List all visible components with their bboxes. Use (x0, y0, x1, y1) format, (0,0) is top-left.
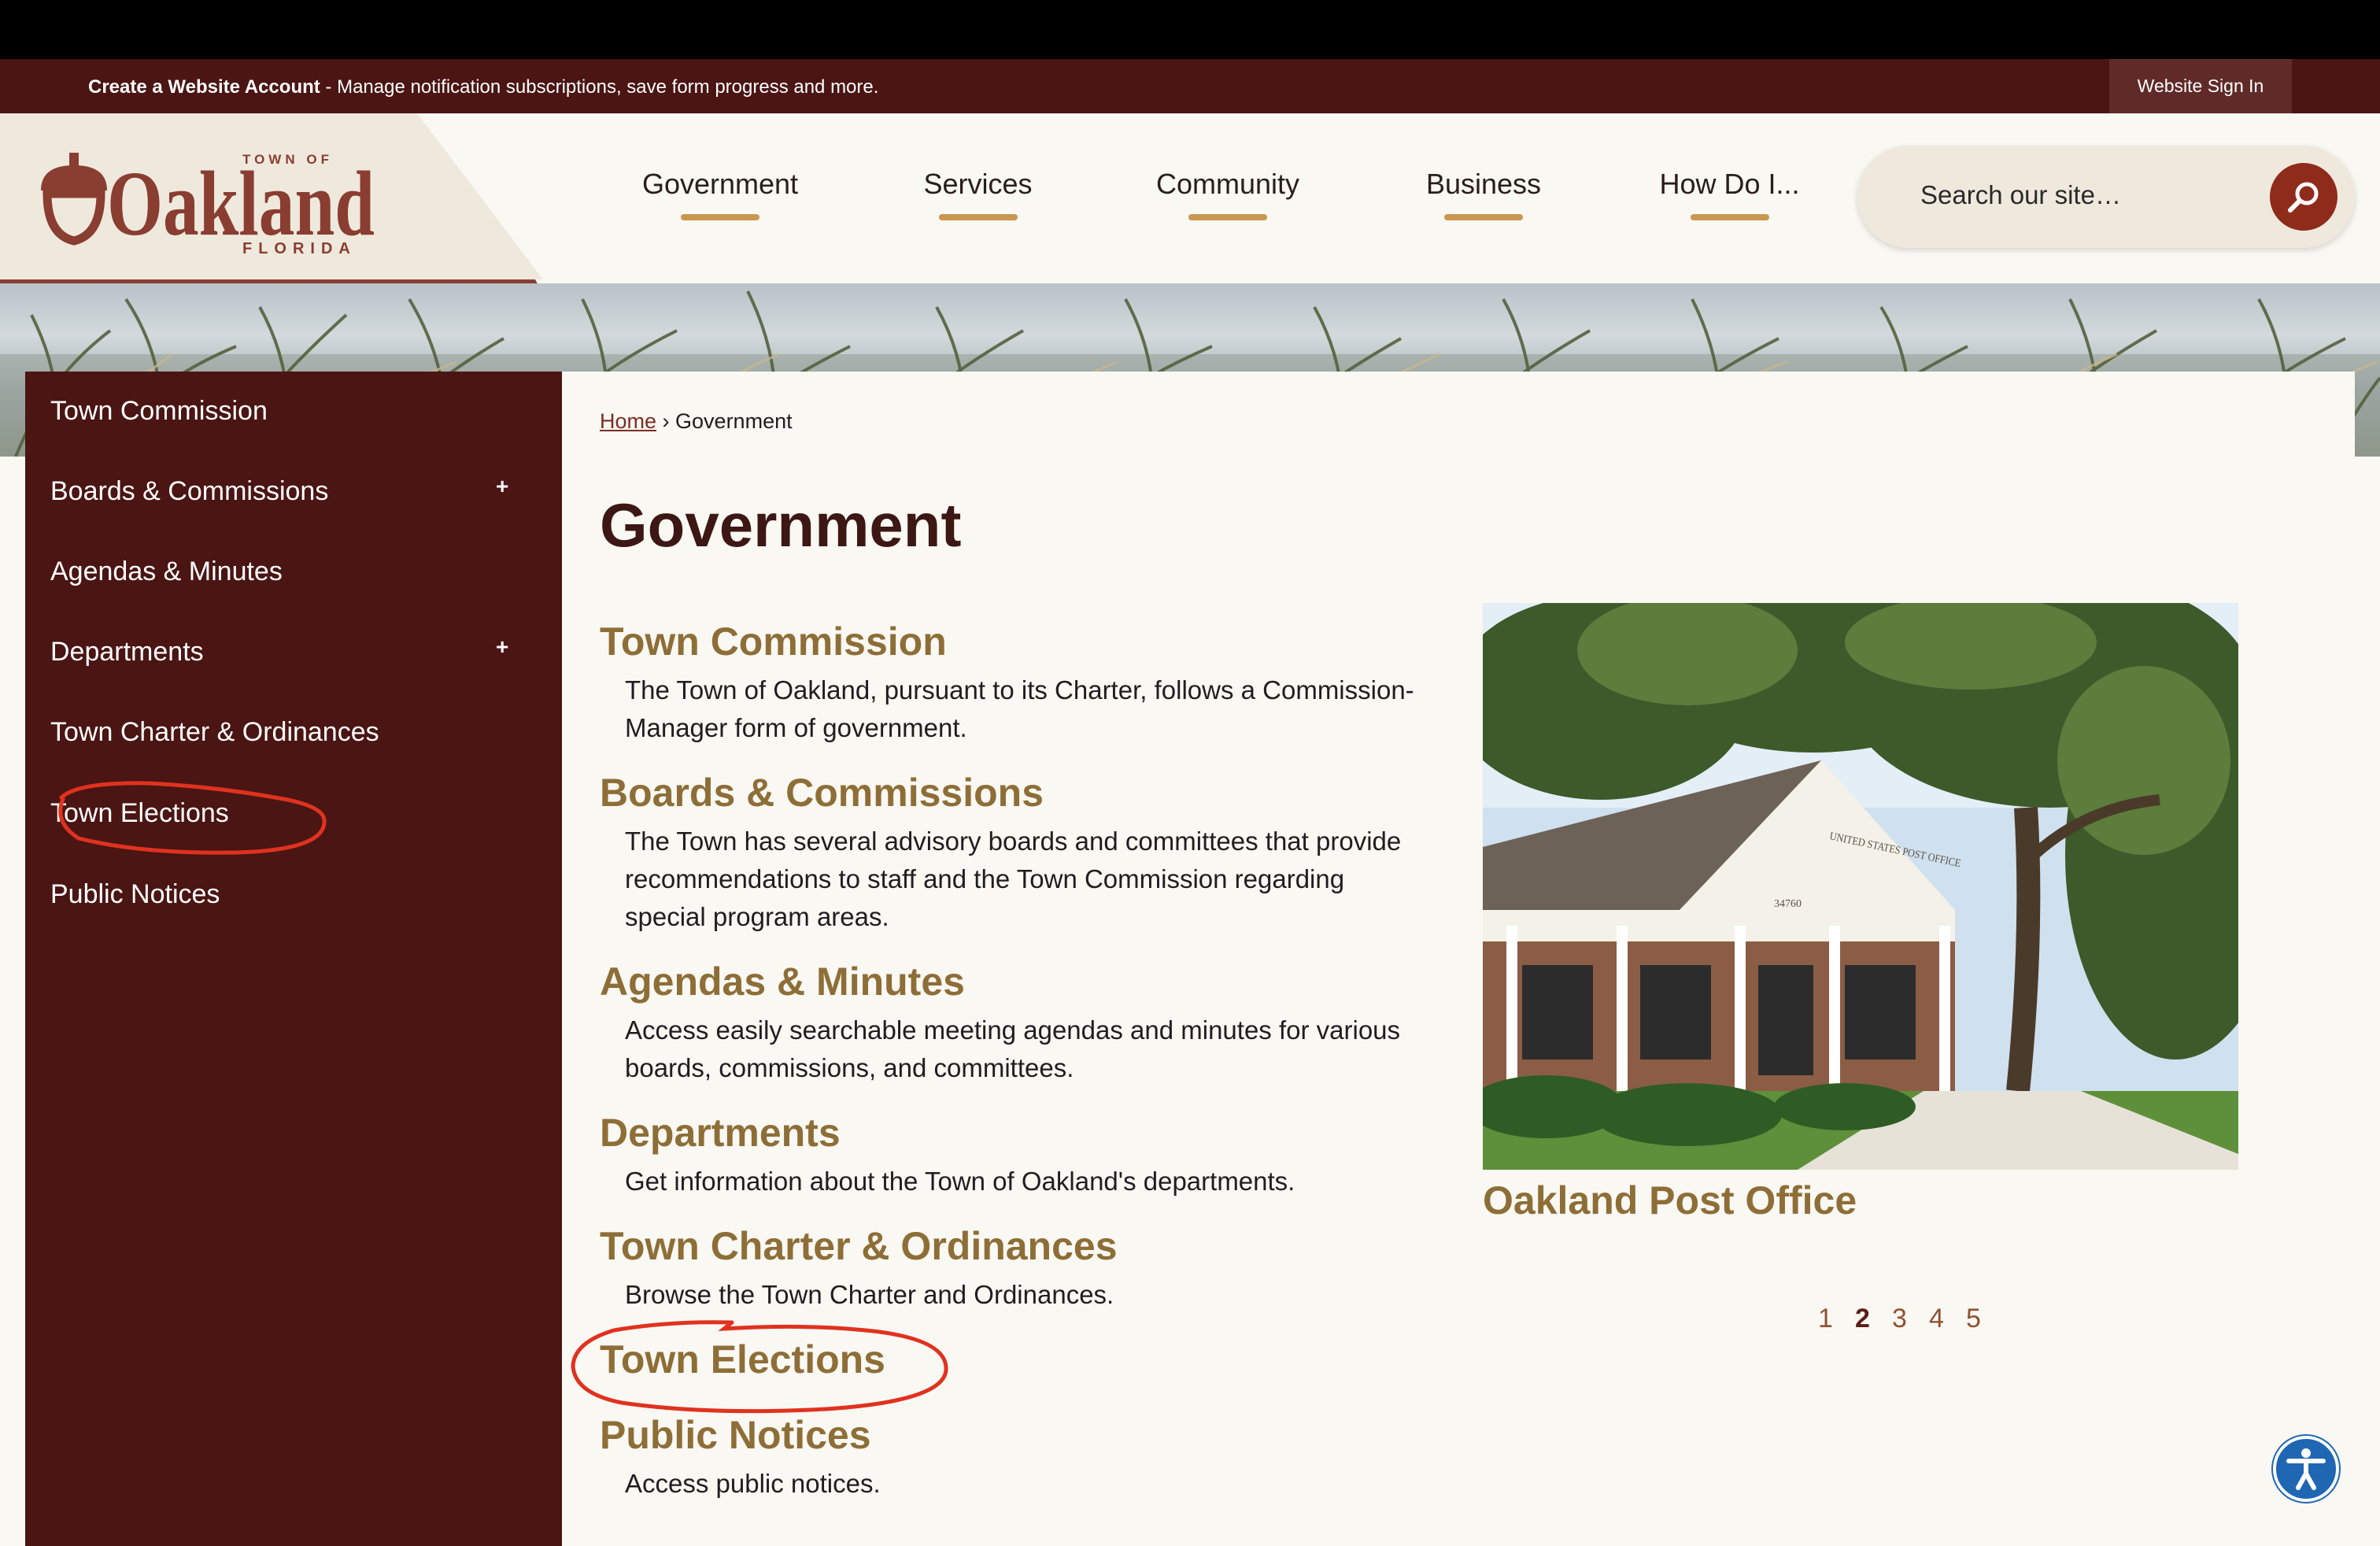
account-notice: Create a Website Account - Manage notifi… (88, 76, 878, 99)
sidebar-item-town-commission[interactable]: Town Commission (50, 387, 523, 435)
breadcrumb-separator: › (656, 409, 676, 433)
section-desc-town-commission: The Town of Oakland, pursuant to its Cha… (625, 675, 1414, 742)
expand-departments-icon[interactable]: + (496, 634, 508, 660)
nav-government-label: Government (641, 168, 799, 200)
nav-services-label: Services (923, 168, 1033, 200)
search-icon (2288, 182, 2319, 213)
create-account-link[interactable]: Create a Website Account (88, 76, 320, 98)
nav-how-do-i[interactable]: How Do I... (1645, 165, 1814, 220)
section-desc-boards-commissions: The Town has several advisory boards and… (625, 827, 1402, 931)
page-title: Government (600, 490, 962, 560)
accessibility-icon (2286, 1448, 2326, 1490)
sidebar-item-departments[interactable]: Departments (50, 628, 523, 675)
section-desc-town-charter: Browse the Town Charter and Ordinances. (625, 1280, 1114, 1309)
nav-bar (938, 214, 1018, 220)
acorn-icon (41, 153, 107, 246)
nav-bar (1188, 214, 1267, 220)
expand-boards-icon[interactable]: + (496, 474, 508, 499)
breadcrumb-current: Government (675, 409, 793, 433)
sidebar-item-label: Town Elections (50, 797, 229, 828)
nav-bar (1690, 214, 1769, 220)
sidebar-item-label: Departments (50, 636, 204, 667)
section-link-public-notices[interactable]: Public Notices (600, 1412, 871, 1458)
section-link-departments[interactable]: Departments (600, 1110, 841, 1156)
nav-government[interactable]: Government (622, 165, 819, 220)
breadcrumb: Home › Government (600, 409, 793, 434)
nav-business[interactable]: Business (1401, 165, 1566, 220)
slide-page-2-active[interactable]: 2 (1855, 1304, 1870, 1334)
nav-community-label: Community (1155, 168, 1300, 200)
oakland-logo[interactable]: TOWN OF Oakland FLORIDA (31, 142, 386, 260)
accessibility-button[interactable] (2273, 1436, 2339, 1502)
section-desc-public-notices: Access public notices. (625, 1469, 881, 1498)
sidebar-item-label: Public Notices (50, 878, 220, 909)
nav-active-bar (681, 214, 759, 220)
section-link-town-elections[interactable]: Town Elections (600, 1337, 885, 1382)
slide-page-3[interactable]: 3 (1892, 1304, 1907, 1334)
website-sign-in-button[interactable]: Website Sign In (2109, 59, 2292, 113)
nav-how-do-i-label: How Do I... (1659, 168, 1800, 200)
screen-top-bezel (0, 0, 2380, 59)
nav-bar (1444, 214, 1523, 220)
sidebar-item-label: Town Commission (50, 395, 268, 426)
sidebar-item-agendas-minutes[interactable]: Agendas & Minutes (50, 548, 523, 595)
sidebar-item-label: Agendas & Minutes (50, 556, 283, 586)
search-button[interactable] (2270, 163, 2338, 231)
account-notice-message: - Manage notification subscriptions, sav… (320, 76, 879, 98)
sidebar-item-town-charter[interactable]: Town Charter & Ordinances (50, 708, 523, 756)
section-link-town-charter[interactable]: Town Charter & Ordinances (600, 1223, 1118, 1269)
slideshow-caption[interactable]: Oakland Post Office (1483, 1178, 1857, 1223)
nav-community[interactable]: Community (1133, 165, 1322, 220)
post-office-illustration: UNITED STATES POST OFFICE 34760 (1483, 603, 2238, 1170)
section-link-town-commission[interactable]: Town Commission (600, 619, 947, 664)
slide-page-1[interactable]: 1 (1818, 1304, 1833, 1334)
breadcrumb-home-link[interactable]: Home (600, 409, 656, 433)
sidebar-item-town-elections[interactable]: Town Elections (50, 790, 523, 837)
slide-page-5[interactable]: 5 (1966, 1304, 1981, 1334)
nav-business-label: Business (1425, 168, 1542, 200)
sidebar-item-public-notices[interactable]: Public Notices (50, 871, 523, 918)
section-desc-departments: Get information about the Town of Oaklan… (625, 1167, 1295, 1196)
section-desc-agendas-minutes: Access easily searchable meeting agendas… (625, 1015, 1401, 1082)
logo-state: FLORIDA (242, 240, 357, 257)
slide-page-4[interactable]: 4 (1929, 1304, 1944, 1334)
nav-services[interactable]: Services (905, 165, 1051, 220)
post-office-photo[interactable]: UNITED STATES POST OFFICE 34760 (1483, 603, 2238, 1170)
section-link-boards-commissions[interactable]: Boards & Commissions (600, 770, 1044, 816)
sidebar-item-boards-commissions[interactable]: Boards & Commissions (50, 468, 523, 515)
site-search[interactable]: Search our site… (1857, 146, 2355, 248)
sidebar-item-label: Boards & Commissions (50, 475, 329, 506)
sidebar-item-label: Town Charter & Ordinances (50, 716, 379, 747)
search-input[interactable]: Search our site… (1920, 180, 2121, 210)
section-link-agendas-minutes[interactable]: Agendas & Minutes (600, 959, 965, 1004)
account-notice-bar: Create a Website Account - Manage notifi… (0, 59, 2380, 113)
post-office-zip: 34760 (1774, 898, 1802, 910)
